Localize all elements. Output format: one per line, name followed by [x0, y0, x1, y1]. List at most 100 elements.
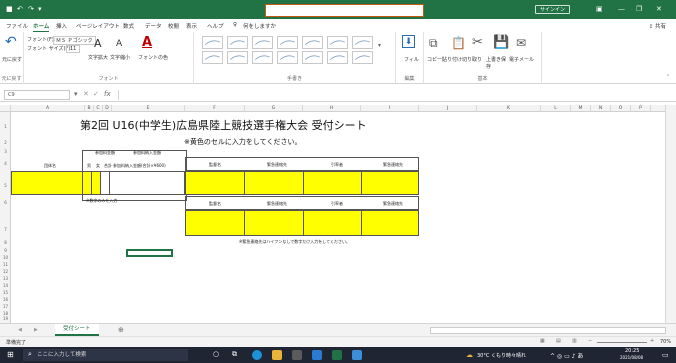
pen-style-9[interactable]	[227, 51, 248, 64]
pen-style-6[interactable]	[327, 36, 348, 49]
normal-view-icon[interactable]: ▦	[540, 338, 545, 344]
font-grow-icon[interactable]: A	[94, 37, 102, 50]
font-shrink-icon[interactable]: A	[116, 39, 122, 49]
head-input[interactable]	[303, 171, 362, 195]
horizontal-scrollbar[interactable]	[430, 327, 666, 334]
contact2-input[interactable]	[361, 171, 419, 195]
menu-file[interactable]: ファイル	[6, 22, 28, 30]
pen-style-7[interactable]	[352, 36, 373, 49]
pen-style-10[interactable]	[252, 51, 273, 64]
menu-review[interactable]: 校閲	[168, 22, 179, 30]
taskbar-search[interactable]: ここに入力して検索	[23, 349, 188, 361]
font-size-select[interactable]: 11	[66, 45, 81, 53]
row-header-12[interactable]: 12	[0, 269, 11, 274]
store-icon[interactable]	[292, 350, 302, 360]
weather-text[interactable]: 30°C くもり時々晴れ	[477, 352, 526, 359]
customize-qat-icon[interactable]: ▾	[38, 4, 42, 14]
excel-taskbar-icon[interactable]	[332, 350, 342, 360]
row-header-13[interactable]: 13	[0, 276, 11, 281]
close-icon[interactable]: ✕	[656, 4, 662, 14]
insert-function-icon[interactable]: fx	[104, 90, 111, 98]
page-layout-view-icon[interactable]: ▤	[556, 338, 561, 344]
row-header-7[interactable]: 7	[0, 227, 11, 232]
email-icon[interactable]: ✉	[516, 36, 526, 50]
row-header-8[interactable]: 8	[0, 240, 11, 245]
pen-style-12[interactable]	[302, 51, 323, 64]
supervisor-input-2[interactable]	[185, 210, 245, 236]
row-header-1[interactable]: 1	[0, 124, 11, 129]
row-header-10[interactable]: 10	[0, 255, 11, 260]
select-all-corner[interactable]	[0, 105, 11, 112]
row-header-6[interactable]: 6	[0, 200, 11, 205]
col-header-i[interactable]: I	[361, 105, 419, 112]
row-header-9[interactable]: 9	[0, 248, 11, 253]
title-search-box[interactable]	[265, 4, 424, 17]
cut-icon[interactable]: ✂	[472, 36, 483, 50]
col-header-k[interactable]: K	[477, 105, 541, 112]
zoom-slider[interactable]	[597, 342, 647, 343]
zoom-level[interactable]: 70%	[660, 339, 671, 345]
minimize-icon[interactable]: —	[618, 4, 625, 14]
menu-data[interactable]: データ	[145, 22, 162, 30]
tell-me-input[interactable]: 何をしますか	[243, 22, 276, 30]
tab-prev-icon[interactable]: ◀	[18, 327, 22, 333]
edge-icon[interactable]	[252, 350, 262, 360]
col-header-e[interactable]: E	[112, 105, 185, 112]
task-view-icon[interactable]: ⧉	[232, 350, 237, 359]
cancel-icon[interactable]: ✕	[83, 90, 89, 98]
tab-reception-sheet[interactable]: 受付シート	[55, 324, 99, 336]
photos-icon[interactable]	[352, 350, 362, 360]
pen-style-8[interactable]	[202, 51, 223, 64]
pen-style-2[interactable]	[227, 36, 248, 49]
lightbulb-icon[interactable]: ♀	[233, 22, 237, 28]
name-box[interactable]: C9	[4, 90, 70, 100]
formula-input[interactable]	[118, 90, 670, 100]
pen-style-1[interactable]	[202, 36, 223, 49]
selected-cell[interactable]	[126, 249, 173, 257]
file-explorer-icon[interactable]	[272, 350, 282, 360]
collapse-ribbon-icon[interactable]: ⌃	[666, 74, 670, 80]
vertical-scrollbar[interactable]	[665, 105, 676, 323]
row-header-5[interactable]: 5	[0, 183, 11, 188]
cortana-icon[interactable]: ○	[213, 350, 219, 358]
pen-style-11[interactable]	[277, 51, 298, 64]
font-name-select[interactable]: ＭＳ Ｐゴシック	[53, 36, 96, 45]
weather-icon[interactable]: ☁	[466, 351, 473, 359]
font-color-icon[interactable]: A	[142, 35, 152, 50]
menu-formulas[interactable]: 数式	[123, 22, 134, 30]
head-input-2[interactable]	[303, 210, 362, 236]
menu-home[interactable]: ホーム	[33, 22, 50, 32]
share-button[interactable]: ⇪ 共有	[649, 22, 666, 30]
col-header-p[interactable]: P	[631, 105, 651, 112]
col-header-h[interactable]: H	[303, 105, 361, 112]
save-icon-big[interactable]: 💾	[493, 36, 509, 50]
pen-style-14[interactable]	[352, 51, 373, 64]
zoom-in-icon[interactable]: +	[650, 338, 654, 344]
pen-style-13[interactable]	[327, 51, 348, 64]
col-header-o[interactable]: O	[611, 105, 631, 112]
row-header-4[interactable]: 4	[0, 161, 11, 166]
row-header-14[interactable]: 14	[0, 283, 11, 288]
notification-icon[interactable]: ▭	[662, 351, 669, 359]
clock-date[interactable]: 2021/08/08	[620, 355, 643, 360]
col-header-m[interactable]: M	[571, 105, 591, 112]
menu-view[interactable]: 表示	[186, 22, 197, 30]
row-header-2[interactable]: 2	[0, 140, 11, 145]
tray-icons[interactable]: ^ ◎ ▭ ♪ あ	[550, 351, 583, 360]
enter-icon[interactable]: ✓	[93, 90, 99, 98]
row-header-15[interactable]: 15	[0, 290, 11, 295]
col-header-f[interactable]: F	[185, 105, 245, 112]
row-header-3[interactable]: 3	[0, 149, 11, 154]
paste-icon[interactable]: 📋	[451, 36, 466, 50]
team-name-input[interactable]	[11, 171, 83, 195]
supervisor-input[interactable]	[185, 171, 245, 195]
contact-input[interactable]	[244, 171, 304, 195]
menu-help[interactable]: ヘルプ	[207, 22, 224, 30]
ribbon-display-icon[interactable]: ▣	[596, 4, 603, 14]
pen-style-3[interactable]	[252, 36, 273, 49]
undo-big-icon[interactable]: ↶	[5, 35, 17, 49]
redo-icon[interactable]: ↷	[28, 4, 34, 14]
windows-start-icon[interactable]: ⊞	[7, 350, 14, 359]
menu-insert[interactable]: 挿入	[56, 22, 67, 30]
undo-icon[interactable]: ↶	[17, 4, 23, 14]
